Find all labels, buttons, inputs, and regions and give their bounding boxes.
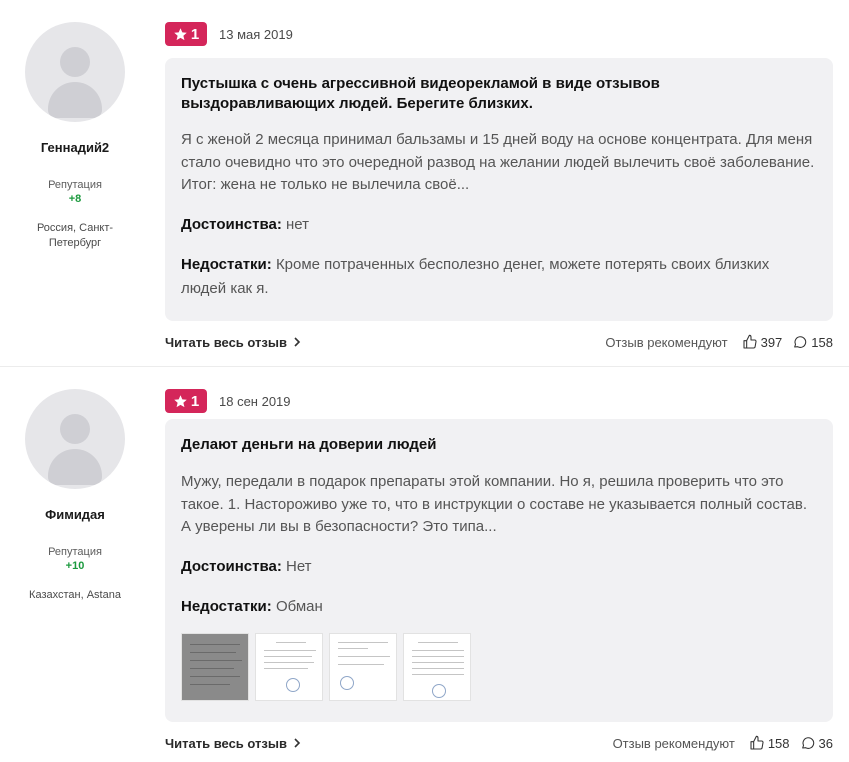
thumbs-up-icon <box>750 735 764 750</box>
comments-button[interactable]: 36 <box>800 735 833 751</box>
review-cons: Недостатки: Кроме потраченных бесполезно… <box>181 253 817 301</box>
review-pros: Достоинства: Нет <box>181 555 817 579</box>
review-text: Я с женой 2 месяца принимал бальзамы и 1… <box>181 131 815 193</box>
review-date: 18 сен 2019 <box>219 393 291 409</box>
avatar[interactable] <box>25 22 125 122</box>
avatar[interactable] <box>25 389 125 489</box>
review-card[interactable]: Пустышка с очень агрессивной видеореклам… <box>165 58 833 321</box>
read-more-label: Читать весь отзыв <box>165 735 287 751</box>
review-author: Геннадий2 Репутация +8 Россия, Санкт-Пет… <box>0 22 150 251</box>
cons-label: Недостатки: <box>181 255 272 273</box>
review-footer: Читать весь отзыв Отзыв рекомендуют 158 … <box>165 733 833 753</box>
read-more-link[interactable]: Читать весь отзыв <box>165 335 301 350</box>
pros-value: Нет <box>286 557 312 575</box>
rating-badge: 1 <box>165 22 207 46</box>
star-icon <box>174 394 187 407</box>
recommend-label: Отзыв рекомендуют <box>612 735 735 751</box>
star-icon <box>174 27 187 40</box>
like-button[interactable]: 158 <box>749 735 790 751</box>
chevron-right-icon <box>294 738 301 748</box>
like-count: 158 <box>767 735 790 751</box>
photo-thumbnail[interactable] <box>255 632 323 701</box>
rating-badge: 1 <box>165 389 207 413</box>
photo-thumbnail[interactable] <box>329 632 397 701</box>
review-title[interactable]: Делают деньги на доверии людей <box>181 435 817 455</box>
photo-thumbnail[interactable] <box>403 632 471 701</box>
pros-label: Достоинства: <box>181 215 282 233</box>
review-author: Фимидая Репутация +10 Казахстан, Astana <box>0 389 150 603</box>
review-pros: Достоинства: нет <box>181 213 817 237</box>
comment-count: 36 <box>818 735 833 751</box>
recommend-label: Отзыв рекомендуют <box>605 334 728 350</box>
rating-value: 1 <box>190 392 200 410</box>
review-cons: Недостатки: Обман <box>181 595 817 619</box>
comment-icon <box>794 336 807 348</box>
photo-gallery <box>181 632 817 701</box>
pros-label: Достоинства: <box>181 557 282 575</box>
author-location: Россия, Санкт-Петербург <box>36 222 114 249</box>
thumbs-up-icon <box>743 334 757 349</box>
reputation-label: Репутация <box>48 179 102 191</box>
like-count: 397 <box>760 334 783 350</box>
pros-value: нет <box>286 215 309 233</box>
cons-label: Недостатки: <box>181 597 272 615</box>
author-location: Казахстан, Astana <box>29 589 121 601</box>
comment-icon <box>801 737 814 749</box>
author-name[interactable]: Геннадий2 <box>0 140 150 155</box>
chevron-right-icon <box>294 337 301 347</box>
author-name[interactable]: Фимидая <box>0 507 150 522</box>
review-item: Геннадий2 Репутация +8 Россия, Санкт-Пет… <box>0 0 849 367</box>
review-title[interactable]: Пустышка с очень агрессивной видеореклам… <box>181 74 817 114</box>
review-footer: Читать весь отзыв Отзыв рекомендуют 397 … <box>165 332 833 352</box>
review-text: Мужу, передали в подарок препараты этой … <box>181 473 808 535</box>
cons-value: Обман <box>275 597 323 615</box>
review-date: 13 мая 2019 <box>219 26 293 42</box>
reputation-label: Репутация <box>48 546 102 558</box>
comment-count: 158 <box>811 334 833 350</box>
review-header: 1 13 мая 2019 <box>165 22 293 46</box>
review-item: Фимидая Репутация +10 Казахстан, Astana … <box>0 367 849 762</box>
review-card[interactable]: Делают деньги на доверии людей Мужу, пер… <box>165 419 833 722</box>
reputation-value: +8 <box>68 193 82 205</box>
read-more-label: Читать весь отзыв <box>165 334 287 350</box>
rating-value: 1 <box>190 25 200 43</box>
review-header: 1 18 сен 2019 <box>165 389 291 413</box>
photo-thumbnail[interactable] <box>181 632 249 701</box>
read-more-link[interactable]: Читать весь отзыв <box>165 736 301 751</box>
reputation-value: +10 <box>65 560 85 572</box>
like-button[interactable]: 397 <box>742 334 783 350</box>
comments-button[interactable]: 158 <box>792 334 833 350</box>
